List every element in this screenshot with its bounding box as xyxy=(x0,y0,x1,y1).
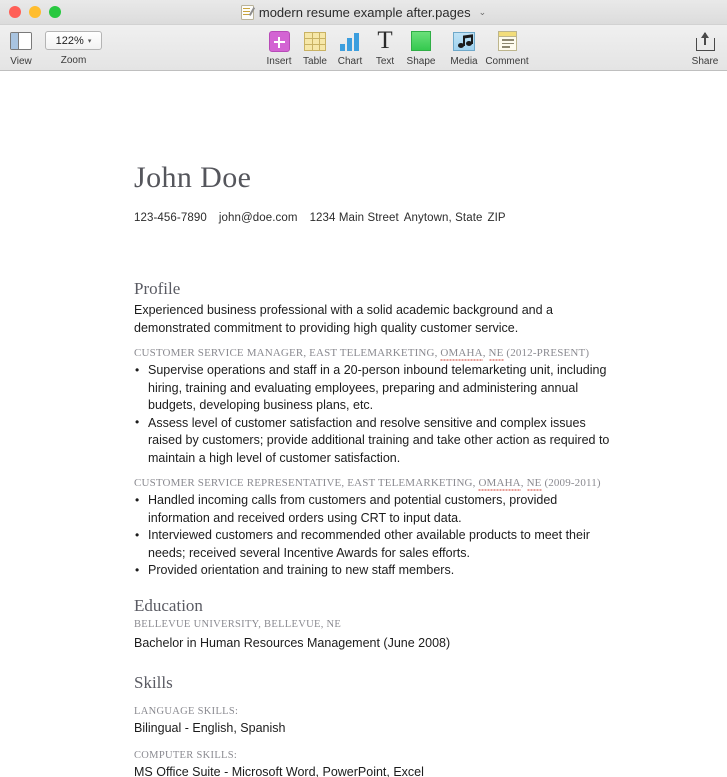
text-label: Text xyxy=(375,56,395,67)
misspelled-word-ne-2: NE xyxy=(526,477,542,489)
list-item: Supervise operations and staff in a 20-p… xyxy=(134,362,622,415)
maximize-button[interactable] xyxy=(49,6,61,18)
skills-label-computer: COMPUTER SKILLS: xyxy=(134,749,238,761)
zoom-select[interactable]: 122% ▾ xyxy=(45,31,102,50)
list-item: Provided orientation and training to new… xyxy=(134,562,622,580)
contact-street: 1234 Main Street xyxy=(309,212,399,224)
job-title-1: CUSTOMER SERVICE MANAGER, EAST TELEMARKE… xyxy=(134,347,441,359)
misspelled-word-ne-1: NE xyxy=(488,347,504,359)
skills-label-language: LANGUAGE SKILLS: xyxy=(134,705,239,717)
section-heading-education: Education xyxy=(134,595,203,615)
media-music-note-icon xyxy=(453,28,475,54)
shape-square-icon xyxy=(411,28,431,54)
share-button[interactable]: Share xyxy=(678,28,727,67)
section-heading-skills: Skills xyxy=(134,672,173,692)
list-item: Handled incoming calls from customers an… xyxy=(134,492,622,527)
minimize-button[interactable] xyxy=(29,6,41,18)
job-dates-1: (2012-PRESENT) xyxy=(503,347,590,359)
skills-value-computer: MS Office Suite - Microsoft Word, PowerP… xyxy=(134,764,424,777)
list-item: Interviewed customers and recommended ot… xyxy=(134,527,622,562)
resume-name: John Doe xyxy=(134,161,252,194)
view-label: View xyxy=(10,56,32,67)
comment-button[interactable]: Comment xyxy=(480,28,534,67)
insert-plus-icon xyxy=(268,28,290,54)
shape-label: Shape xyxy=(406,56,436,67)
contact-email: john@doe.com xyxy=(218,212,298,224)
contact-zip: ZIP xyxy=(487,212,506,224)
education-degree: Bachelor in Human Resources Management (… xyxy=(134,635,451,650)
contact-line: 123-456-7890 john@doe.com 1234 Main Street… xyxy=(134,212,622,224)
view-button[interactable]: View xyxy=(0,28,48,67)
misspelled-word-omaha-2: OMAHA xyxy=(478,477,521,489)
media-label: Media xyxy=(450,56,478,67)
pages-window: modern resume example after.pages ⌄ View… xyxy=(0,0,727,777)
share-label: Share xyxy=(691,56,719,67)
text-t-icon: T xyxy=(377,27,393,54)
document-title-group: modern resume example after.pages ⌄ xyxy=(0,0,727,24)
section-heading-profile: Profile xyxy=(134,279,181,298)
chevron-down-icon: ▾ xyxy=(87,37,92,45)
main-toolbar: View 122% ▾ Zoom Insert Table Chart T Te… xyxy=(0,25,727,71)
job-dates-2: (2009-2011) xyxy=(541,477,601,489)
zoom-value: 122% xyxy=(55,34,84,47)
window-titlebar: modern resume example after.pages ⌄ xyxy=(0,0,727,25)
job-title-2: CUSTOMER SERVICE REPRESENTATIVE, EAST TE… xyxy=(134,477,479,489)
traffic-light-group xyxy=(0,6,61,18)
job-heading-1: CUSTOMER SERVICE MANAGER, EAST TELEMARKE… xyxy=(134,347,590,359)
share-upload-icon xyxy=(695,28,715,54)
job-bullets-2: Handled incoming calls from customers an… xyxy=(134,492,622,580)
comment-note-icon xyxy=(497,28,517,54)
skills-value-language: Bilingual - English, Spanish xyxy=(134,720,286,735)
job-heading-2: CUSTOMER SERVICE REPRESENTATIVE, EAST TE… xyxy=(134,477,601,489)
document-canvas[interactable]: John Doe 123-456-7890 john@doe.com 1234 Ma… xyxy=(0,71,727,777)
document-title[interactable]: modern resume example after.pages xyxy=(259,5,471,20)
list-item: Assess level of customer satisfaction an… xyxy=(134,414,622,468)
sidebar-view-icon xyxy=(10,28,32,54)
pages-document-icon xyxy=(240,4,254,20)
document-page[interactable]: John Doe 123-456-7890 john@doe.com 1234 Ma… xyxy=(0,71,727,777)
close-button[interactable] xyxy=(9,6,21,18)
profile-summary: Experienced business professional with a… xyxy=(134,303,554,335)
comment-label: Comment xyxy=(485,56,529,67)
job-bullets-1: Supervise operations and staff in a 20-p… xyxy=(134,362,622,467)
chevron-down-icon[interactable]: ⌄ xyxy=(479,7,487,17)
resume-content: John Doe 123-456-7890 john@doe.com 1234 Ma… xyxy=(134,161,622,777)
contact-phone: 123-456-7890 xyxy=(134,212,207,224)
misspelled-word-omaha-1: OMAHA xyxy=(440,347,483,359)
zoom-label: Zoom xyxy=(60,55,87,66)
education-school: BELLEVUE UNIVERSITY, BELLEVUE, NE xyxy=(134,618,342,630)
contact-city-state: Anytown, State xyxy=(403,212,483,224)
